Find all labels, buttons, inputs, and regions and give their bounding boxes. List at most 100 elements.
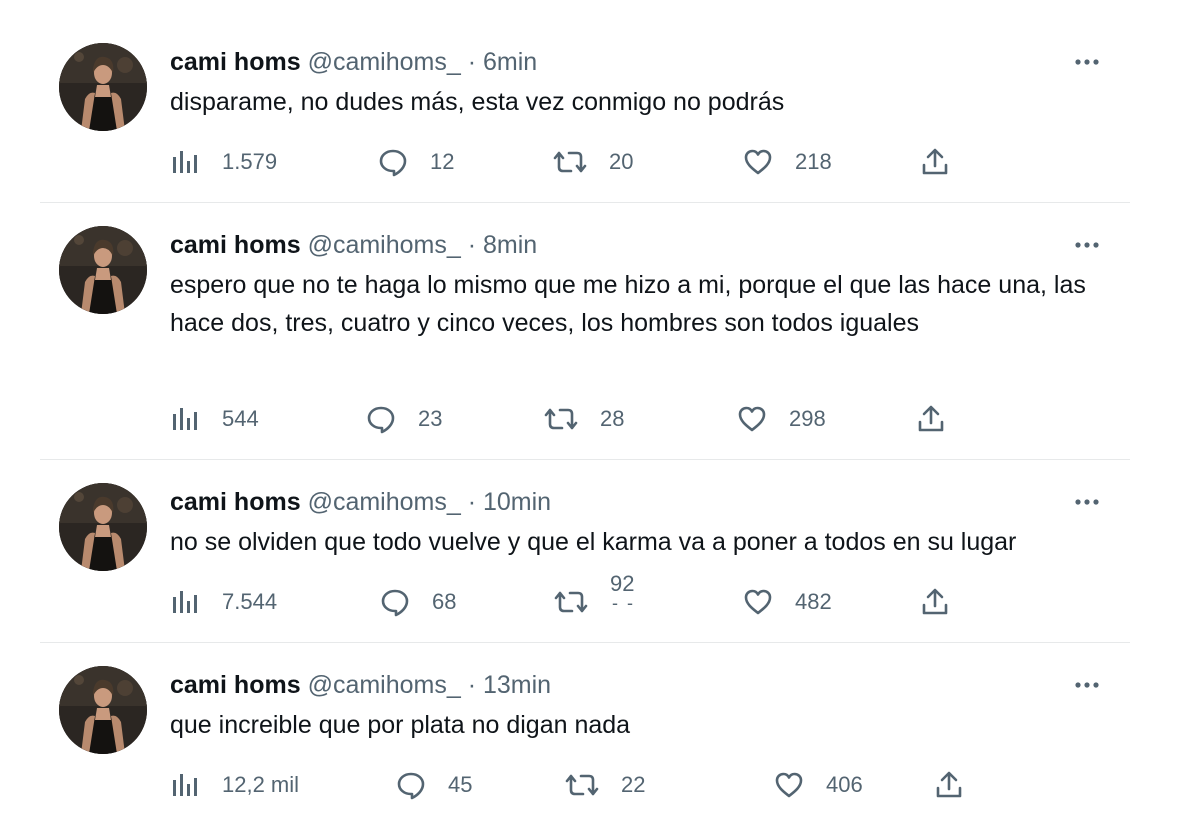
tweet-actions: 1.579 12 20 218 xyxy=(170,145,990,179)
like-count: 218 xyxy=(795,149,832,174)
separator-dot: · xyxy=(467,488,477,516)
retweet-count: 28 xyxy=(600,406,625,431)
reply-bubble-icon xyxy=(378,147,408,177)
tweet-3[interactable]: cami homs @camihoms_ · 10min no se olvid… xyxy=(40,460,1130,642)
share-upload-icon xyxy=(916,404,946,434)
tweet-1[interactable]: cami homs @camihoms_ · 6min disparame, n… xyxy=(40,0,1130,203)
retweet-count: 22 xyxy=(621,772,646,797)
heart-icon xyxy=(737,404,767,434)
avatar[interactable] xyxy=(59,483,147,571)
more-options-button[interactable] xyxy=(1072,235,1102,255)
like-button[interactable]: 406 xyxy=(774,768,863,802)
views-button[interactable]: 12,2 mil xyxy=(170,768,299,802)
views-chart-icon xyxy=(170,770,200,800)
tweet-4[interactable]: cami homs @camihoms_ · 13min que increib… xyxy=(40,643,1130,828)
like-button[interactable]: 218 xyxy=(743,145,832,179)
user-handle[interactable]: @camihoms_ xyxy=(308,488,461,516)
retweet-icon xyxy=(565,770,599,800)
more-options-button[interactable] xyxy=(1072,492,1102,512)
display-name[interactable]: cami homs xyxy=(170,48,301,76)
separator-dot: · xyxy=(467,671,477,699)
retweet-icon xyxy=(553,147,587,177)
more-dots-icon xyxy=(1072,52,1102,72)
like-button[interactable]: 298 xyxy=(737,402,826,436)
share-upload-icon xyxy=(934,770,964,800)
views-button[interactable]: 1.579 xyxy=(170,145,277,179)
more-dots-icon xyxy=(1072,235,1102,255)
tweet-actions: 544 23 28 298 xyxy=(170,402,990,436)
share-button[interactable] xyxy=(934,768,964,802)
separator-dot: · xyxy=(467,48,477,76)
rolling-digits-placeholder: - - xyxy=(612,593,635,613)
reply-button[interactable]: 68 xyxy=(380,585,456,619)
retweet-button[interactable]: 28 xyxy=(544,402,624,436)
more-dots-icon xyxy=(1072,675,1102,695)
retweet-count: 20 xyxy=(609,149,634,174)
reply-bubble-icon xyxy=(396,770,426,800)
reply-count: 45 xyxy=(448,772,473,797)
heart-icon xyxy=(774,770,804,800)
avatar-photo-icon xyxy=(59,666,147,754)
user-handle[interactable]: @camihoms_ xyxy=(308,231,461,259)
share-upload-icon xyxy=(920,147,950,177)
avatar[interactable] xyxy=(59,666,147,754)
like-button[interactable]: 482 xyxy=(743,585,832,619)
more-options-button[interactable] xyxy=(1072,52,1102,72)
views-chart-icon xyxy=(170,404,200,434)
retweet-button[interactable]: 92 - - xyxy=(554,571,644,619)
separator-dot: · xyxy=(467,231,477,259)
tweet-header: cami homs @camihoms_ · 6min xyxy=(170,47,537,77)
avatar[interactable] xyxy=(59,43,147,131)
avatar-photo-icon xyxy=(59,226,147,314)
reply-bubble-icon xyxy=(380,587,410,617)
like-count: 406 xyxy=(826,772,863,797)
timestamp[interactable]: 6min xyxy=(483,48,537,76)
retweet-button[interactable]: 20 xyxy=(553,145,633,179)
user-handle[interactable]: @camihoms_ xyxy=(308,671,461,699)
reply-count: 68 xyxy=(432,589,457,614)
retweet-icon xyxy=(554,587,588,617)
share-button[interactable] xyxy=(920,585,950,619)
views-button[interactable]: 544 xyxy=(170,402,259,436)
tweet-actions: 7.544 68 92 - - 482 xyxy=(170,571,990,619)
display-name[interactable]: cami homs xyxy=(170,231,301,259)
reply-button[interactable]: 45 xyxy=(396,768,472,802)
tweet-header: cami homs @camihoms_ · 8min xyxy=(170,230,537,260)
avatar-photo-icon xyxy=(59,483,147,571)
tweet-header: cami homs @camihoms_ · 13min xyxy=(170,670,551,700)
reply-count: 23 xyxy=(418,406,443,431)
more-options-button[interactable] xyxy=(1072,675,1102,695)
share-button[interactable] xyxy=(916,402,946,436)
tweet-text: que increible que por plata no digan nad… xyxy=(170,711,631,739)
reply-bubble-icon xyxy=(366,404,396,434)
reply-button[interactable]: 12 xyxy=(378,145,454,179)
timestamp[interactable]: 8min xyxy=(483,231,537,259)
views-count: 544 xyxy=(222,406,259,431)
share-button[interactable] xyxy=(920,145,950,179)
tweet-text: espero que no te haga lo mismo que me hi… xyxy=(170,271,1086,337)
retweet-button[interactable]: 22 xyxy=(565,768,645,802)
tweet-text: no se olviden que todo vuelve y que el k… xyxy=(170,528,1017,556)
views-chart-icon xyxy=(170,147,200,177)
timestamp[interactable]: 10min xyxy=(483,488,551,516)
more-dots-icon xyxy=(1072,492,1102,512)
timestamp[interactable]: 13min xyxy=(483,671,551,699)
tweet-header: cami homs @camihoms_ · 10min xyxy=(170,487,551,517)
tweet-text: disparame, no dudes más, esta vez conmig… xyxy=(170,88,785,116)
tweet-actions: 12,2 mil 45 22 406 xyxy=(170,768,990,802)
like-count: 298 xyxy=(789,406,826,431)
retweet-icon xyxy=(544,404,578,434)
avatar[interactable] xyxy=(59,226,147,314)
views-button[interactable]: 7.544 xyxy=(170,585,277,619)
tweet-2[interactable]: cami homs @camihoms_ · 8min espero que n… xyxy=(40,203,1130,460)
reply-button[interactable]: 23 xyxy=(366,402,442,436)
heart-icon xyxy=(743,587,773,617)
like-count: 482 xyxy=(795,589,832,614)
display-name[interactable]: cami homs xyxy=(170,488,301,516)
reply-count: 12 xyxy=(430,149,455,174)
user-handle[interactable]: @camihoms_ xyxy=(308,48,461,76)
display-name[interactable]: cami homs xyxy=(170,671,301,699)
views-count: 7.544 xyxy=(222,589,278,614)
share-upload-icon xyxy=(920,587,950,617)
views-count: 12,2 mil xyxy=(222,772,300,797)
